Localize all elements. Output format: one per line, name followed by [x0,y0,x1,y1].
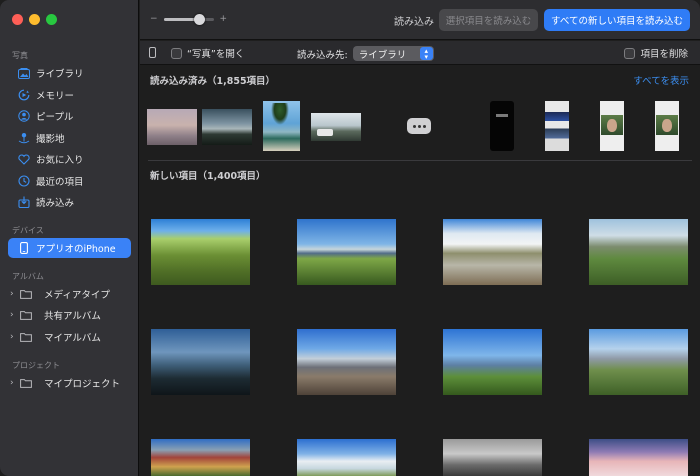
chevron-right-icon[interactable]: › [10,332,20,342]
sidebar-item-label: 読み込み [36,198,75,209]
new-photo-tile[interactable] [297,439,396,476]
chevron-right-icon[interactable]: › [10,310,20,320]
sidebar-item-favorites[interactable]: お気に入り [8,149,131,169]
sidebar-item-recents[interactable]: 最近の項目 [8,171,131,191]
show-all-link[interactable]: すべてを表示 [633,73,689,87]
new-photo-tile[interactable] [443,329,542,395]
sidebar-item-label: アプリオのiPhone [36,244,116,255]
updown-chevron-icon: ▴ ▾ [419,47,433,60]
section-divider [148,160,692,161]
new-photo-tile[interactable] [589,219,688,285]
sidebar-item-label: マイアルバム [44,333,101,344]
chevron-right-icon[interactable]: › [10,289,20,299]
imported-thumbnail[interactable] [263,101,300,151]
folder-icon [20,377,32,389]
sidebar-item-library[interactable]: ライブラリ [8,63,131,83]
imported-thumbnail[interactable] [655,101,679,151]
section-devices-heading: デバイス [12,226,44,235]
sidebar-item-label: お気に入り [36,155,84,166]
photos-import-window: 写真 ライブラリ メモリー ピープル 撮影地 お気に入り 最近の項目 読み込み [0,0,700,476]
folder-icon [20,288,32,300]
zoom-window-button[interactable] [46,14,57,25]
imported-thumbnail[interactable] [490,101,514,151]
sidebar-item-label: 共有アルバム [44,311,101,322]
delete-items-label: 項目を削除 [640,49,688,60]
toolbar-title: 読み込み [394,17,434,28]
memories-icon [18,89,30,101]
sidebar-item-label: 撮影地 [36,134,65,145]
sidebar-item-shared-albums[interactable]: › 共有アルバム [8,305,131,325]
main-content: − + 読み込み 選択項目を読み込む すべての新しい項目を読み込む “写真”を開… [140,0,700,476]
sidebar-item-memories[interactable]: メモリー [8,85,131,105]
zoom-out-label: − [150,14,158,24]
new-photo-tile[interactable] [151,219,250,285]
zoom-slider-knob[interactable] [193,13,205,25]
iphone-icon [149,47,156,58]
sidebar-item-label: ピープル [36,112,74,123]
chevron-right-icon[interactable]: › [10,378,20,388]
sidebar: 写真 ライブラリ メモリー ピープル 撮影地 お気に入り 最近の項目 読み込み [0,0,139,476]
imported-thumbnail[interactable] [311,113,361,141]
zoom-slider[interactable] [163,13,214,25]
window-controls [12,14,57,25]
import-destination-value: ライブラリ [358,49,407,61]
heart-icon [18,153,30,165]
open-photos-label: “写真”を開く [187,49,245,60]
new-photo-tile[interactable] [297,219,396,285]
section-albums-heading: アルバム [12,272,44,281]
sidebar-item-label: メモリー [36,91,75,102]
import-destination-select[interactable]: ライブラリ ▴ ▾ [352,46,434,61]
import-icon [18,196,30,208]
sidebar-item-my-projects[interactable]: › マイプロジェクト [8,373,131,393]
imported-thumbnail[interactable] [202,109,252,145]
sidebar-item-people[interactable]: ピープル [8,106,131,126]
sidebar-item-places[interactable]: 撮影地 [8,128,131,148]
places-icon [18,132,30,144]
iphone-icon [18,242,30,254]
new-photo-tile[interactable] [443,439,542,476]
more-options-button[interactable] [407,118,431,134]
folder-icon [20,309,32,321]
close-window-button[interactable] [12,14,23,25]
toolbar: − + 読み込み 選択項目を読み込む すべての新しい項目を読み込む [140,0,700,40]
open-photos-option[interactable]: “写真”を開く [171,46,244,60]
imported-thumbnail[interactable] [147,109,197,145]
minimize-window-button[interactable] [29,14,40,25]
clock-icon [18,175,30,187]
sidebar-item-label: ライブラリ [36,69,84,80]
sidebar-item-iphone[interactable]: アプリオのiPhone [8,238,131,258]
library-icon [18,67,30,79]
imported-thumbnail[interactable] [600,101,624,151]
folder-icon [20,331,32,343]
import-options-bar: “写真”を開く 読み込み先: ライブラリ ▴ ▾ 項目を削除 [140,41,700,65]
sidebar-item-label: 最近の項目 [36,177,84,188]
open-photos-checkbox[interactable] [171,47,182,59]
new-photo-tile[interactable] [589,439,688,476]
zoom-in-label: + [219,14,228,24]
sidebar-item-my-albums[interactable]: › マイアルバム [8,327,131,347]
section-projects-heading: プロジェクト [12,361,60,370]
new-items-section-header: 新しい項目（1,400項目） [150,171,266,182]
section-photos-heading: 写真 [12,51,28,60]
people-icon [18,110,30,122]
sidebar-item-label: マイプロジェクト [44,379,121,390]
import-selected-button[interactable]: 選択項目を読み込む [439,9,538,31]
delete-items-option[interactable]: 項目を削除 [624,46,688,60]
imported-section-header: 読み込み済み（1,855項目） [150,76,276,87]
delete-items-checkbox[interactable] [624,47,636,59]
new-photo-tile[interactable] [589,329,688,395]
new-photo-tile[interactable] [297,329,396,395]
import-to-label: 読み込み先: [297,49,348,61]
import-destination: 読み込み先: ライブラリ ▴ ▾ [297,46,434,61]
import-all-new-button[interactable]: すべての新しい項目を読み込む [544,9,690,31]
sidebar-item-label: メディアタイプ [44,290,110,301]
zoom-control: − + [150,13,228,25]
sidebar-item-import[interactable]: 読み込み [8,192,131,212]
sidebar-item-media-types[interactable]: › メディアタイプ [8,284,131,304]
new-photo-tile[interactable] [443,219,542,285]
new-photo-tile[interactable] [151,439,250,476]
new-photo-tile[interactable] [151,329,250,395]
imported-thumbnail[interactable] [545,101,569,151]
